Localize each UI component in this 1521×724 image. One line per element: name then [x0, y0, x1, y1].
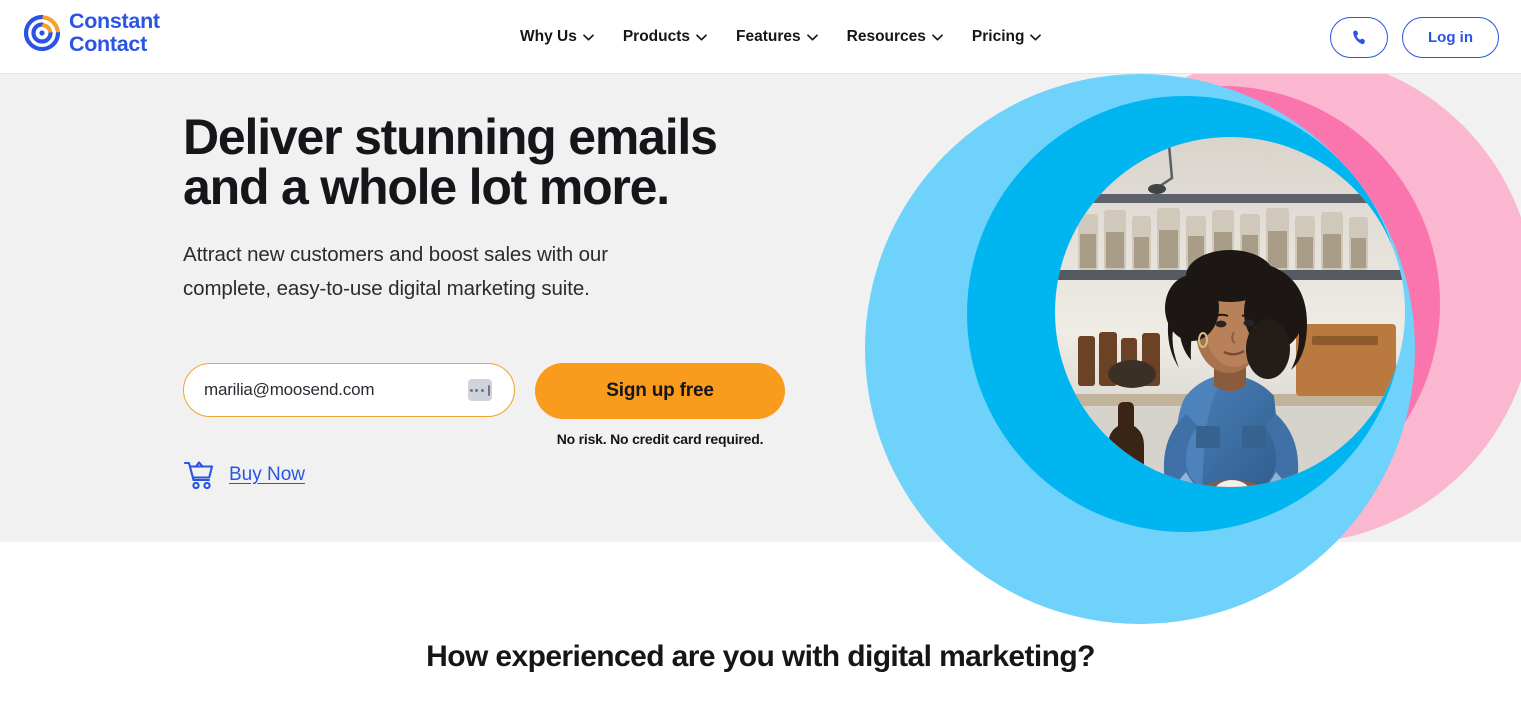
header-actions: Log in	[1330, 0, 1499, 74]
email-input[interactable]: marilia@moosend.com	[204, 380, 374, 400]
brand-logo[interactable]: Constant Contact	[22, 10, 160, 56]
chevron-down-icon	[582, 33, 594, 41]
email-input-wrapper[interactable]: marilia@moosend.com	[183, 363, 515, 417]
signup-cta-column: Sign up free No risk. No credit card req…	[535, 363, 785, 447]
nav-item-label: Features	[736, 28, 801, 45]
page-title: Deliver stunning emails and a whole lot …	[183, 109, 718, 215]
chevron-down-icon	[932, 33, 943, 41]
nav-item-label: Pricing	[971, 28, 1025, 45]
nav-item-why-us[interactable]: Why Us	[520, 28, 594, 46]
autofill-dot	[480, 388, 484, 392]
nav-item-pricing[interactable]: Pricing	[972, 28, 1042, 46]
nav-item-label: Resources	[846, 28, 926, 45]
constant-contact-spiral-icon	[22, 13, 62, 53]
signup-button[interactable]: Sign up free	[535, 363, 785, 419]
autofill-dots-icon[interactable]	[468, 379, 492, 401]
phone-icon	[1351, 29, 1368, 46]
hero-subtitle: Attract new customers and boost sales wi…	[183, 243, 608, 301]
main-navigation: Why Us Products Features Resources Prici…	[520, 0, 1042, 74]
brand-logo-line-1: Constant	[69, 9, 160, 33]
bottom-white-band	[0, 542, 1521, 724]
nav-item-label: Why Us	[520, 28, 577, 45]
buy-now-link[interactable]: Buy Now	[183, 460, 305, 490]
brand-logo-line-2: Contact	[69, 31, 147, 56]
nav-item-resources[interactable]: Resources	[847, 28, 943, 46]
nav-item-products[interactable]: Products	[623, 28, 707, 46]
autofill-dot	[469, 388, 473, 392]
landing-page: Constant Contact Why Us Products Feature…	[0, 0, 1521, 724]
signup-form: marilia@moosend.com Sign up free No risk…	[183, 363, 785, 447]
autofill-caret	[488, 384, 491, 396]
brand-logo-text: Constant Contact	[69, 10, 160, 56]
nav-item-label: Products	[622, 28, 691, 45]
site-header: Constant Contact Why Us Products Feature…	[0, 0, 1521, 74]
phone-button[interactable]	[1330, 16, 1388, 58]
chevron-down-icon	[1030, 33, 1042, 41]
buy-now-label: Buy Now	[229, 464, 306, 485]
chevron-down-icon	[806, 33, 818, 41]
chevron-down-icon	[696, 33, 707, 41]
autofill-dot	[475, 388, 479, 392]
login-button[interactable]: Log in	[1402, 16, 1499, 58]
shopping-cart-icon	[183, 460, 215, 490]
section-heading: How experienced are you with digital mar…	[426, 640, 1095, 673]
nav-item-features[interactable]: Features	[736, 28, 818, 46]
hero-copy: Deliver stunning emails and a whole lot …	[183, 112, 883, 307]
risk-note: No risk. No credit card required.	[556, 431, 764, 447]
